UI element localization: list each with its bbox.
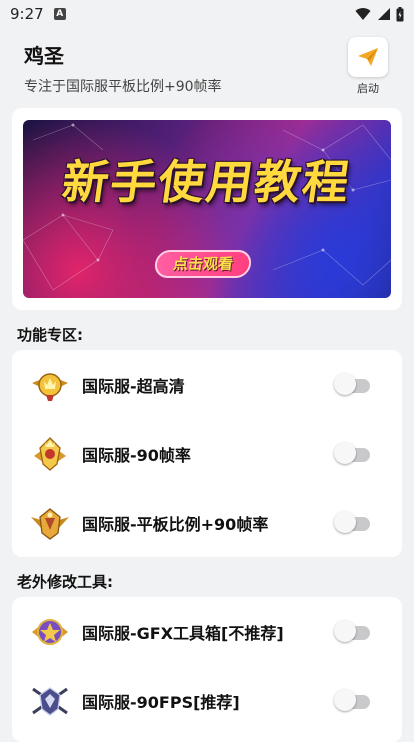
- crossed-guns-emblem-icon: [32, 686, 68, 716]
- wifi-icon: [355, 8, 371, 20]
- tablet-90fps-toggle[interactable]: [334, 510, 372, 535]
- start-button[interactable]: [348, 37, 388, 77]
- signal-icon: [378, 8, 390, 20]
- tools-card: 国际服-GFX工具箱[不推荐] 国际服-90FPS[推荐]: [12, 597, 402, 742]
- tool-row-gfx: 国际服-GFX工具箱[不推荐]: [12, 597, 402, 666]
- a-icon: A: [53, 8, 66, 20]
- tool-label: 国际服-GFX工具箱[不推荐]: [82, 623, 284, 643]
- app-subtitle: 专注于国际服平板比例+90帧率: [24, 79, 222, 95]
- winged-emblem-icon: [31, 507, 69, 540]
- tool-row-90fps: 国际服-90FPS[推荐]: [12, 666, 402, 735]
- 90fps-toggle[interactable]: [334, 441, 372, 466]
- banner-title: 新手使用教程: [58, 155, 355, 209]
- gold-badge-icon: [32, 372, 68, 401]
- feature-label: 国际服-平板比例+90帧率: [82, 514, 269, 534]
- clock: 9:27: [10, 5, 44, 23]
- crown-emblem-icon: [34, 436, 66, 471]
- tool-label: 国际服-90FPS[推荐]: [82, 692, 240, 712]
- 90fps-tool-toggle[interactable]: [334, 688, 372, 713]
- tools-section-title: 老外修改工具:: [17, 573, 113, 591]
- app-title: 鸡圣: [24, 44, 64, 68]
- toggle-thumb: [334, 441, 356, 464]
- gfx-toolbox-toggle[interactable]: [334, 619, 372, 644]
- banner-card: 新手使用教程 点击观看: [12, 108, 402, 310]
- start-label: 启动: [357, 82, 379, 95]
- feature-label: 国际服-超高清: [82, 376, 185, 396]
- paper-plane-icon: [358, 48, 378, 66]
- start-control: 启动: [346, 37, 390, 96]
- toggle-thumb: [334, 510, 356, 533]
- tutorial-banner[interactable]: 新手使用教程 点击观看: [23, 120, 391, 298]
- watch-button[interactable]: 点击观看: [153, 250, 253, 278]
- feature-row-tablet-90fps: 国际服-平板比例+90帧率: [12, 488, 402, 557]
- status-bar: 9:27 A: [0, 0, 414, 28]
- features-section-title: 功能专区:: [17, 326, 83, 344]
- feature-row-ultra-hd: 国际服-超高清: [12, 350, 402, 419]
- features-card: 国际服-超高清 国际服-90帧率 国际服-平板比例+90帧率: [12, 350, 402, 557]
- battery-icon: [396, 6, 404, 21]
- app-header: 鸡圣 专注于国际服平板比例+90帧率 启动: [24, 37, 390, 100]
- ultra-hd-toggle[interactable]: [334, 372, 372, 397]
- toggle-thumb: [334, 688, 356, 711]
- toggle-thumb: [334, 372, 356, 395]
- toggle-thumb: [334, 619, 356, 642]
- feature-label: 国际服-90帧率: [82, 445, 191, 465]
- feature-row-90fps: 国际服-90帧率: [12, 419, 402, 488]
- purple-gold-emblem-icon: [32, 618, 68, 645]
